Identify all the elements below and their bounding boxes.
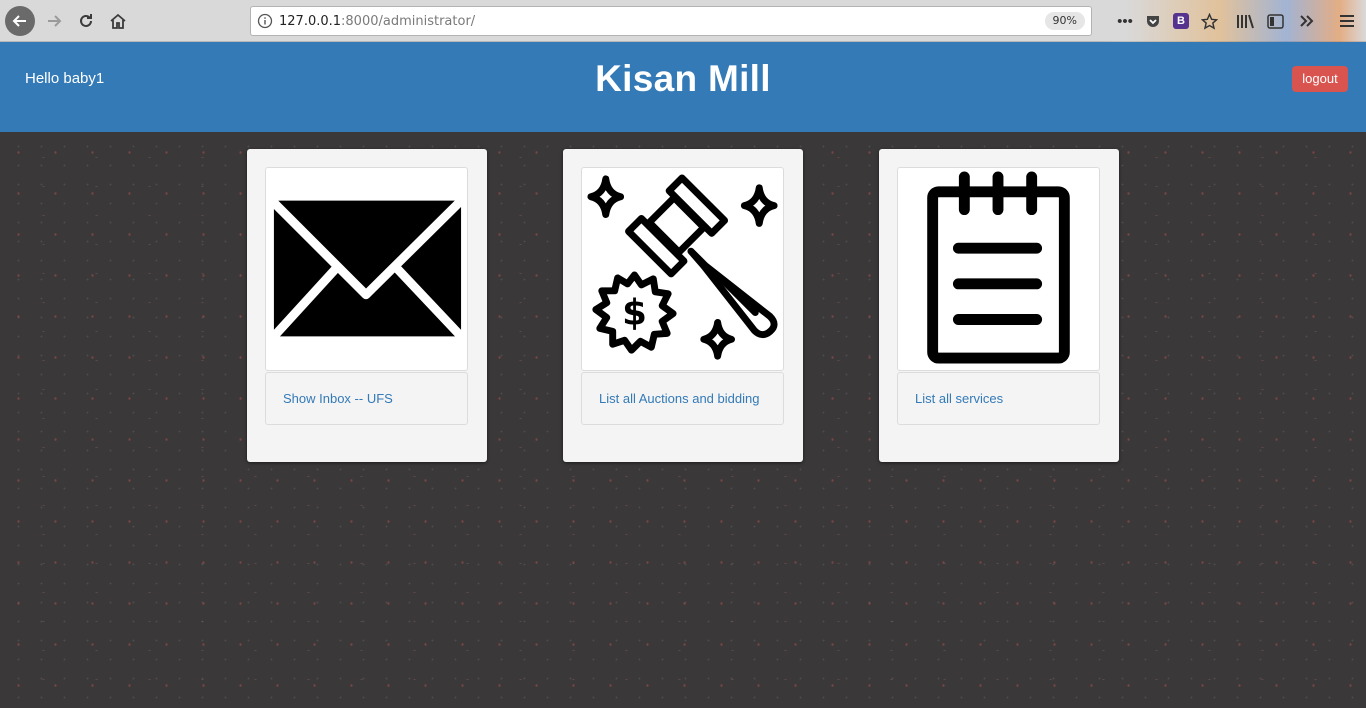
auctions-thumbnail[interactable]: $ (581, 167, 784, 371)
inbox-thumbnail[interactable] (265, 167, 468, 371)
app-navbar: Hello baby1 Kisan Mill logout (0, 42, 1366, 132)
list-auctions-link[interactable]: List all Auctions and bidding (581, 372, 784, 425)
arrow-right-icon (48, 15, 62, 27)
brand-title: Kisan Mill (595, 58, 771, 99)
back-button[interactable] (5, 6, 35, 36)
home-icon (110, 13, 126, 29)
sidebar-icon[interactable] (1264, 10, 1286, 32)
info-icon[interactable] (251, 13, 279, 29)
auctions-card: $ List all Auctions and bidding (563, 149, 803, 462)
more-actions-icon[interactable]: ••• (1114, 10, 1136, 32)
services-card: List all services (879, 149, 1119, 462)
home-button[interactable] (106, 6, 130, 36)
auction-gavel-icon: $ (587, 174, 778, 360)
bookmark-star-icon[interactable] (1198, 10, 1220, 32)
svg-text:$: $ (622, 292, 647, 333)
arrow-left-icon (12, 15, 26, 27)
browser-toolbar: 127.0.0.1:8000/administrator/ 90% ••• B (0, 0, 1366, 42)
list-services-link[interactable]: List all services (897, 372, 1100, 425)
library-icon[interactable] (1234, 10, 1256, 32)
reload-icon (80, 14, 92, 27)
forward-button[interactable] (42, 6, 66, 36)
show-inbox-link[interactable]: Show Inbox -- UFS (265, 372, 468, 425)
services-thumbnail[interactable] (897, 167, 1100, 371)
zoom-indicator[interactable]: 90% (1044, 12, 1085, 30)
url-host: 127.0.0.1 (279, 13, 342, 29)
reload-button[interactable] (74, 6, 98, 36)
overflow-chevron-icon[interactable] (1296, 10, 1318, 32)
logout-button[interactable]: logout (1292, 66, 1348, 92)
pocket-icon[interactable] (1142, 10, 1164, 32)
address-bar[interactable]: 127.0.0.1:8000/administrator/ 90% (250, 6, 1092, 36)
hamburger-menu-icon[interactable] (1336, 10, 1358, 32)
bootstrap-extension-icon[interactable]: B (1170, 10, 1192, 32)
url-path: :8000/administrator/ (341, 13, 476, 29)
notepad-icon (927, 171, 1070, 364)
envelope-icon (268, 197, 465, 340)
inbox-card: Show Inbox -- UFS (247, 149, 487, 462)
theme-background (1100, 0, 1366, 42)
